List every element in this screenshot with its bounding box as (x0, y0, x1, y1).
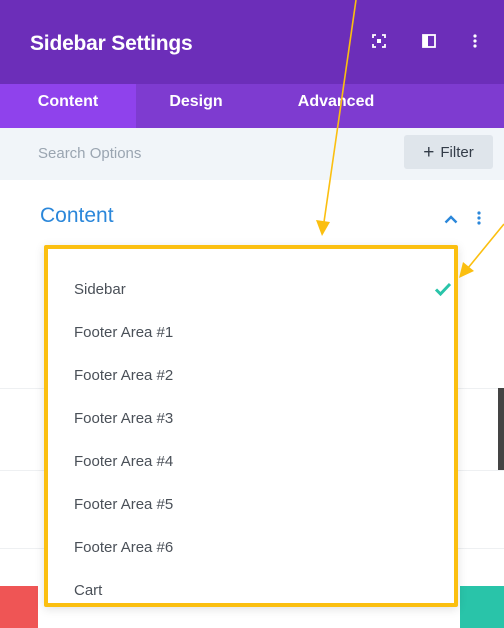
page-title: Sidebar Settings (30, 32, 193, 55)
dropdown-item-label: Footer Area #1 (74, 323, 174, 341)
tab-advanced[interactable]: Advanced (256, 84, 416, 128)
dropdown-item-label: Footer Area #4 (74, 452, 174, 470)
tab-design[interactable]: Design (136, 84, 256, 128)
check-icon (434, 282, 452, 296)
dropdown-item-footer-area-5[interactable]: Footer Area #5 (74, 489, 434, 519)
filter-label: Filter (440, 143, 474, 161)
expand-icon[interactable] (368, 30, 390, 52)
section-title: Content (40, 204, 114, 227)
dropdown-item-footer-area-2[interactable]: Footer Area #2 (74, 360, 434, 390)
chevron-up-icon[interactable] (442, 210, 460, 228)
dropdown-item-footer-area-1[interactable]: Footer Area #1 (74, 317, 434, 347)
search-input[interactable] (20, 136, 390, 170)
cancel-button[interactable] (0, 586, 38, 628)
dropdown-item-footer-area-3[interactable]: Footer Area #3 (74, 403, 434, 433)
dropdown-item-label: Footer Area #5 (74, 495, 174, 513)
dropdown-item-label: Footer Area #3 (74, 409, 174, 427)
dropdown-item-label: Footer Area #2 (74, 366, 174, 384)
dropdown-item-label: Sidebar (74, 280, 126, 298)
tab-bar: Content Design Advanced (0, 84, 504, 128)
scrollbar[interactable] (498, 388, 504, 470)
dropdown-item-footer-area-6[interactable]: Footer Area #6 (74, 532, 434, 562)
section-more-icon[interactable] (472, 207, 486, 229)
filter-button[interactable]: + Filter (404, 135, 493, 169)
arrow-icon (459, 223, 504, 278)
sidebar-dropdown: Sidebar Footer Area #1 Footer Area #2 Fo… (44, 245, 458, 607)
dropdown-item-footer-area-4[interactable]: Footer Area #4 (74, 446, 434, 476)
more-vertical-icon[interactable] (464, 30, 486, 52)
search-bar: + Filter (0, 128, 504, 180)
dropdown-item-label: Footer Area #6 (74, 538, 174, 556)
save-button[interactable] (460, 586, 504, 628)
dropdown-item-label: Cart (74, 581, 103, 599)
plus-icon: + (423, 141, 435, 163)
split-view-icon[interactable] (418, 30, 440, 52)
settings-header: Sidebar Settings (0, 0, 504, 84)
dropdown-item-sidebar[interactable]: Sidebar (74, 274, 452, 304)
tab-content[interactable]: Content (0, 84, 136, 128)
dropdown-item-cart[interactable]: Cart (74, 575, 434, 605)
